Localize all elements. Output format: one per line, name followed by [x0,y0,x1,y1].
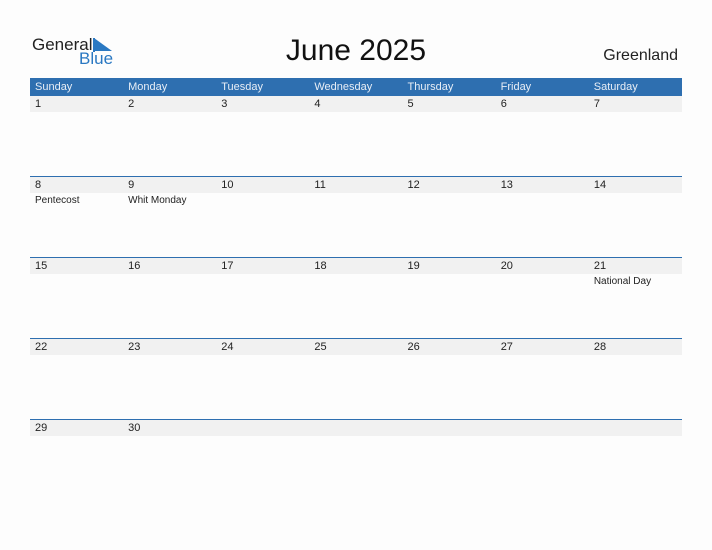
day-number: 20 [500,260,513,272]
day-cell: 30 [123,420,216,501]
day-number: 12 [407,179,420,191]
holiday-label: National Day [593,276,652,287]
day-cell: 7 [589,96,682,177]
country-label: Greenland [603,47,678,64]
day-number: 8 [35,179,42,191]
day-cell: 13 [496,177,589,258]
day-cell: 2 [123,96,216,177]
day-number: 24 [221,341,234,353]
day-cell: 24 [216,339,309,420]
day-number: 25 [314,341,327,353]
week-row: 8 Pentecost 9 Whit Monday 10 11 12 13 14 [30,176,682,258]
day-cell: 16 [123,258,216,339]
day-number: 28 [593,341,607,353]
day-cell: 15 [30,258,123,339]
day-number: 11 [314,179,326,191]
day-cell [403,420,496,501]
day-cell: 17 [216,258,309,339]
day-number: 6 [500,98,507,110]
day-cell: 22 [30,339,123,420]
day-number: 18 [314,260,327,272]
weekday-sunday: Sunday [35,81,73,93]
day-cell: 20 [496,258,589,339]
day-cell [309,420,402,501]
weekday-friday: Friday [500,81,532,93]
weekday-header: Sunday Monday Tuesday Wednesday Thursday… [30,78,682,96]
day-cell: 10 [216,177,309,258]
day-number: 17 [221,260,234,272]
weekday-wednesday: Wednesday [314,81,373,93]
day-cell: 1 [30,96,123,177]
week-row: 29 30 [30,419,682,501]
day-number: 2 [128,98,135,110]
day-cell [496,420,589,501]
weekday-saturday: Saturday [593,81,638,93]
week-row: 22 23 24 25 26 27 28 [30,338,682,420]
day-number: 15 [35,260,48,272]
day-number: 4 [314,98,321,110]
weekday-thursday: Thursday [407,81,454,93]
day-number: 22 [35,341,48,353]
holiday-label: Pentecost [35,195,80,206]
day-cell: 26 [403,339,496,420]
day-number: 29 [35,422,48,434]
day-cell: 9 Whit Monday [123,177,216,258]
day-cell: 14 [589,177,682,258]
weekday-monday: Monday [128,81,168,93]
day-number: 26 [407,341,420,353]
day-cell: 29 [30,420,123,501]
day-number: 1 [35,98,42,110]
day-number: 5 [407,98,414,110]
week-row: 15 16 17 18 19 20 21 National Day [30,257,682,339]
day-cell: 21 National Day [589,258,682,339]
weekday-tuesday: Tuesday [221,81,264,93]
day-cell: 18 [309,258,402,339]
day-number: 21 [593,260,607,272]
day-number: 30 [128,422,141,434]
week-row: 1 2 3 4 5 6 7 [30,96,682,177]
day-number: 27 [500,341,513,353]
holiday-label: Whit Monday [128,195,187,206]
day-cell: 19 [403,258,496,339]
day-cell [216,420,309,501]
day-cell [589,420,682,501]
day-cell: 6 [496,96,589,177]
day-number: 16 [128,260,141,272]
day-number: 19 [407,260,420,272]
day-number: 14 [593,179,607,191]
day-number: 13 [500,179,513,191]
day-number: 9 [128,179,135,191]
day-number: 7 [593,98,600,110]
day-cell: 12 [403,177,496,258]
day-cell: 23 [123,339,216,420]
day-cell: 5 [403,96,496,177]
day-cell: 4 [309,96,402,177]
day-cell: 3 [216,96,309,177]
day-number: 23 [128,341,141,353]
day-cell: 25 [309,339,402,420]
day-number: 10 [221,179,234,191]
day-cell: 11 [309,177,402,258]
day-cell: 8 Pentecost [30,177,123,258]
day-number: 3 [221,98,228,110]
day-cell: 28 [589,339,682,420]
day-cell: 27 [496,339,589,420]
